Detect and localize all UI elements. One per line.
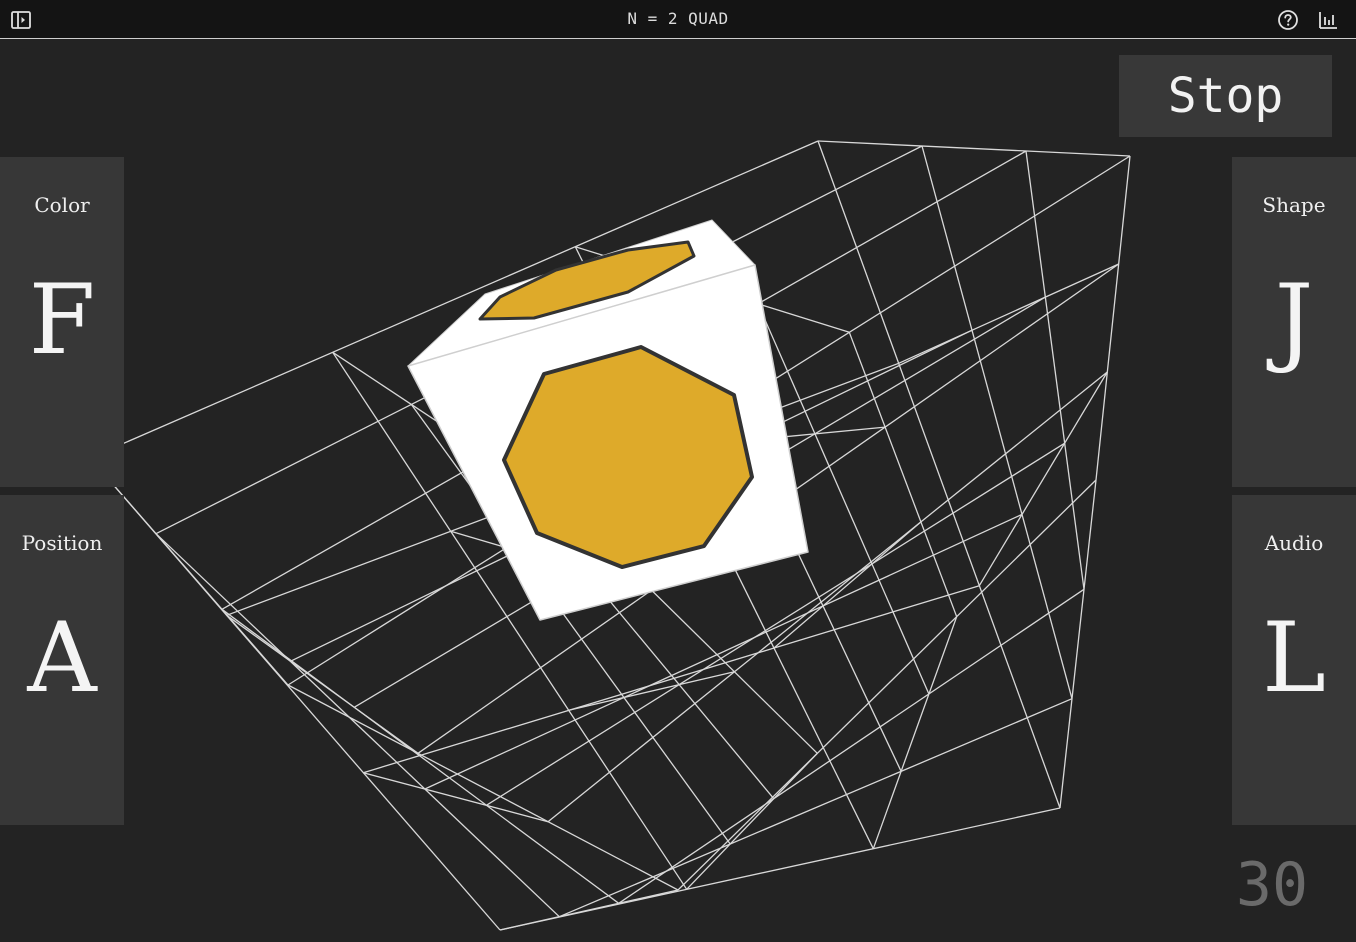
position-match-button[interactable]: Position A — [0, 495, 124, 825]
shape-match-button[interactable]: Shape J — [1232, 157, 1356, 487]
color-label: Color — [34, 193, 90, 217]
game-app: N = 2 QUAD Stop Color F Position A Shape… — [0, 0, 1356, 942]
position-label: Position — [21, 531, 103, 555]
audio-match-button[interactable]: Audio L — [1232, 495, 1356, 825]
grid-line — [1095, 155, 1131, 481]
grid-line — [686, 752, 818, 890]
stop-button[interactable]: Stop — [1119, 55, 1332, 137]
wireframe-grid — [89, 140, 1131, 931]
grid-line — [1025, 150, 1085, 590]
grid-line — [898, 263, 1119, 364]
grid-line — [499, 807, 1061, 931]
audio-label: Audio — [1264, 531, 1324, 555]
grid-line — [363, 772, 549, 823]
grid-line — [155, 533, 560, 918]
stimulus-block — [407, 219, 809, 621]
audio-key: L — [1262, 602, 1326, 714]
grid-line — [221, 608, 620, 904]
grid-line — [618, 588, 1085, 904]
grid-line — [817, 140, 1131, 157]
position-key: A — [27, 602, 97, 714]
shape-key: J — [1274, 264, 1314, 376]
color-match-button[interactable]: Color F — [0, 157, 124, 487]
grid-line — [921, 145, 1073, 699]
grid-line — [872, 616, 958, 849]
color-key: F — [28, 264, 96, 376]
grid-line — [363, 585, 980, 774]
grid-line — [1059, 479, 1097, 809]
grid-line — [817, 140, 1061, 809]
shape-label: Shape — [1262, 193, 1326, 217]
trials-remaining-counter: 30 — [1235, 850, 1309, 920]
